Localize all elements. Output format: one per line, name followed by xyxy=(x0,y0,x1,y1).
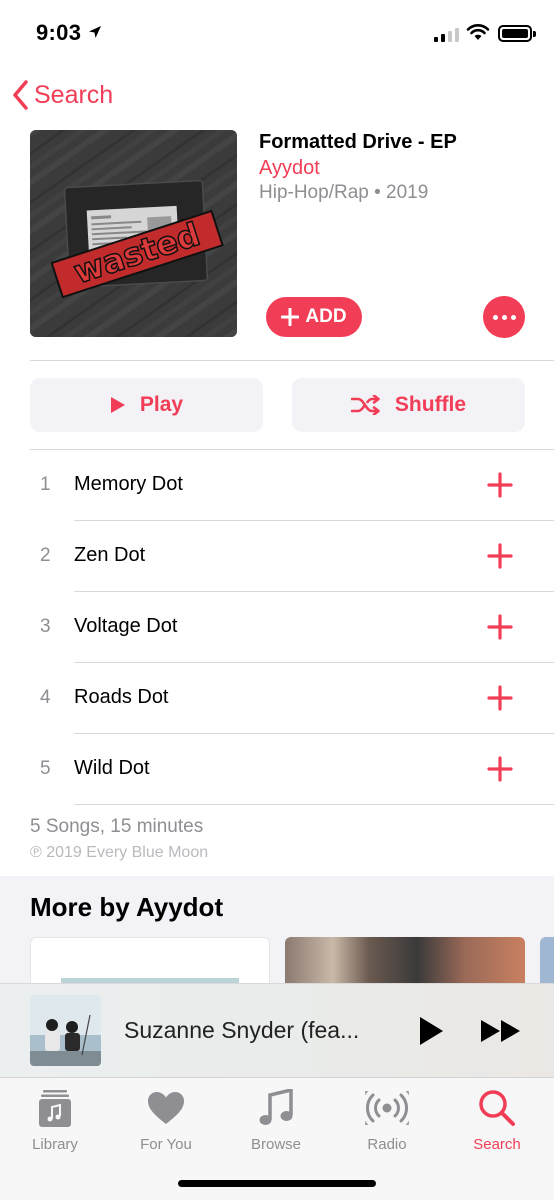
play-icon[interactable] xyxy=(418,1016,444,1046)
wifi-icon xyxy=(466,24,490,40)
album-genre-year: Hip-Hop/Rap • 2019 xyxy=(259,182,429,203)
tab-library[interactable]: Library xyxy=(5,1088,105,1153)
search-icon xyxy=(479,1090,515,1126)
cellular-signal-icon xyxy=(434,26,459,42)
track-title: Roads Dot xyxy=(74,686,169,708)
play-label: Play xyxy=(139,393,184,416)
tab-label: Library xyxy=(32,1136,78,1153)
heart-icon xyxy=(148,1092,184,1124)
play-button[interactable]: Play xyxy=(30,378,263,432)
add-track-plus-icon[interactable] xyxy=(487,756,513,782)
shuffle-button[interactable]: Shuffle xyxy=(292,378,525,432)
more-by-title: More by Ayydot xyxy=(30,892,224,922)
album-title: Formatted Drive - EP xyxy=(259,131,457,153)
now-playing-title: Suzanne Snyder (fea... xyxy=(124,1017,360,1043)
track-row[interactable]: 3 Voltage Dot xyxy=(0,592,554,663)
track-number: 5 xyxy=(40,758,51,779)
album-artwork: wasted xyxy=(30,130,237,337)
add-album-button[interactable]: ADD xyxy=(266,297,362,337)
plus-icon xyxy=(281,308,300,326)
status-bar: 9:03 xyxy=(0,0,554,68)
album-card[interactable] xyxy=(285,937,525,987)
album-summary: 5 Songs, 15 minutes xyxy=(30,816,204,837)
track-number: 2 xyxy=(40,545,51,566)
add-track-plus-icon[interactable] xyxy=(487,472,513,498)
battery-icon xyxy=(498,25,536,42)
more-dots-icon xyxy=(492,314,498,320)
header-divider xyxy=(30,360,554,361)
tab-label: Search xyxy=(473,1136,521,1153)
library-icon xyxy=(39,1090,71,1127)
tab-label: For You xyxy=(140,1136,192,1153)
track-title: Wild Dot xyxy=(74,757,150,779)
play-icon xyxy=(110,397,125,413)
track-title: Zen Dot xyxy=(74,544,146,566)
album-card[interactable] xyxy=(540,937,554,987)
tab-label: Radio xyxy=(367,1136,407,1153)
chevron-left-icon xyxy=(13,80,28,110)
more-by-section: More by Ayydot xyxy=(0,876,554,996)
shuffle-label: Shuffle xyxy=(394,393,467,416)
track-title: Memory Dot xyxy=(74,473,183,495)
tab-label: Browse xyxy=(250,1136,302,1153)
track-number: 1 xyxy=(40,474,51,495)
track-row[interactable]: 5 Wild Dot xyxy=(0,734,554,805)
back-button[interactable]: Search xyxy=(12,80,113,110)
track-number: 4 xyxy=(40,687,51,708)
track-row[interactable]: 2 Zen Dot xyxy=(0,521,554,592)
track-row[interactable]: 1 Memory Dot xyxy=(0,450,554,521)
status-time: 9:03 xyxy=(36,20,82,45)
add-track-plus-icon[interactable] xyxy=(487,614,513,640)
tab-browse[interactable]: Browse xyxy=(226,1088,326,1153)
back-label: Search xyxy=(34,80,114,109)
location-arrow-icon xyxy=(89,26,101,38)
home-indicator[interactable] xyxy=(178,1180,376,1187)
add-track-plus-icon[interactable] xyxy=(487,685,513,711)
tab-for-you[interactable]: For You xyxy=(116,1088,216,1153)
tab-radio[interactable]: Radio xyxy=(337,1088,437,1153)
fast-forward-icon[interactable] xyxy=(480,1019,522,1043)
add-label: ADD xyxy=(305,306,347,327)
add-track-plus-icon[interactable] xyxy=(487,543,513,569)
album-card[interactable] xyxy=(30,937,270,987)
more-options-button[interactable] xyxy=(483,296,525,338)
music-note-icon xyxy=(259,1089,293,1125)
album-artist-link[interactable]: Ayydot xyxy=(259,157,320,180)
shuffle-icon xyxy=(350,395,380,415)
track-number: 3 xyxy=(40,616,51,637)
track-separator xyxy=(74,804,554,805)
track-row[interactable]: 4 Roads Dot xyxy=(0,663,554,734)
now-playing-artwork xyxy=(30,995,101,1066)
track-title: Voltage Dot xyxy=(74,615,178,637)
mini-player[interactable]: Suzanne Snyder (fea... xyxy=(0,983,554,1077)
copyright: ℗ 2019 Every Blue Moon xyxy=(30,844,209,861)
tab-search[interactable]: Search xyxy=(447,1088,547,1153)
radio-icon xyxy=(365,1091,409,1125)
